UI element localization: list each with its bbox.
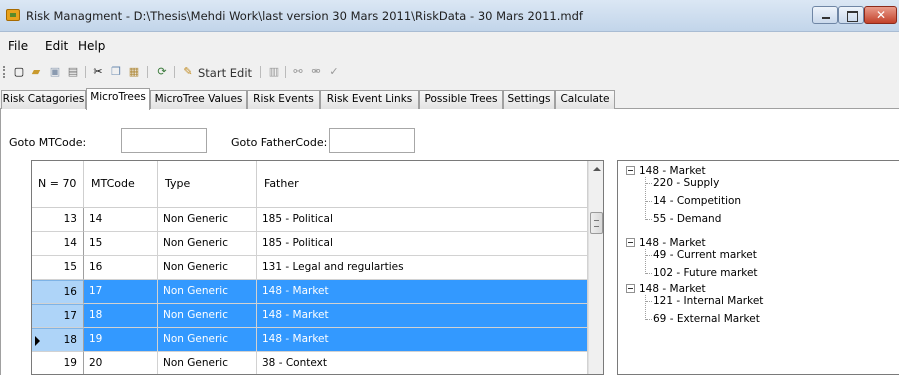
goto-mtcode-label: Goto MTCode:	[9, 136, 87, 149]
tab-settings[interactable]: Settings	[503, 90, 555, 109]
microtrees-page: Goto MTCode: Goto FatherCode: N = 70 MTC…	[0, 109, 899, 375]
cell-type[interactable]: Non Generic	[158, 328, 257, 352]
grid-icon[interactable]: ▥	[267, 65, 281, 79]
link-icon[interactable]: ⚯	[291, 65, 305, 79]
scroll-up-arrow-icon[interactable]	[593, 167, 601, 171]
cell-father[interactable]: 185 - Political	[257, 208, 588, 232]
row-header[interactable]: 16	[32, 280, 84, 304]
menu-file[interactable]: File	[8, 39, 28, 53]
cell-mtcode[interactable]: 18	[84, 304, 158, 328]
check-icon[interactable]: ✓	[327, 65, 341, 79]
cell-father[interactable]: 148 - Market	[257, 280, 588, 304]
title-bar: Risk Managment - D:\Thesis\Mehdi Work\la…	[0, 0, 899, 32]
cell-father[interactable]: 38 - Context	[257, 352, 588, 374]
minimize-button[interactable]	[812, 6, 838, 24]
row-header[interactable]: 14	[32, 232, 84, 256]
cell-type[interactable]: Non Generic	[158, 304, 257, 328]
goto-fathercode-label: Goto FatherCode:	[231, 136, 328, 149]
cell-mtcode[interactable]: 15	[84, 232, 158, 256]
maximize-button[interactable]	[838, 6, 864, 24]
cell-father[interactable]: 131 - Legal and regularties	[257, 256, 588, 280]
goto-mtcode-input[interactable]	[121, 128, 207, 153]
new-icon[interactable]: ▢	[12, 65, 26, 79]
tab-possible-trees[interactable]: Possible Trees	[419, 90, 503, 109]
toolbar-grip	[3, 66, 5, 78]
collapse-icon[interactable]	[626, 166, 635, 175]
cell-type[interactable]: Non Generic	[158, 280, 257, 304]
tree-node[interactable]: 148 - Market	[639, 165, 706, 177]
column-header-mtcode[interactable]: MTCode	[84, 161, 158, 208]
row-header[interactable]: 19	[32, 352, 84, 374]
cell-mtcode[interactable]: 14	[84, 208, 158, 232]
menu-bar: File Edit Help	[0, 36, 899, 58]
tree-child-node[interactable]: 220 - Supply	[653, 177, 719, 189]
tab-strip: Risk Catagories MicroTrees MicroTree Val…	[0, 88, 899, 110]
current-row-arrow-icon	[35, 336, 40, 346]
goto-fathercode-input[interactable]	[329, 128, 415, 153]
scroll-thumb[interactable]	[590, 212, 603, 234]
cell-type[interactable]: Non Generic	[158, 352, 257, 374]
column-header-father[interactable]: Father	[257, 161, 588, 208]
table-row-current[interactable]: 18 19 Non Generic 148 - Market	[32, 328, 588, 352]
tree-child-node[interactable]: 49 - Current market	[653, 249, 757, 261]
table-row-selected[interactable]: 16 17 Non Generic 148 - Market	[32, 280, 588, 304]
copy-icon[interactable]: ❐	[109, 65, 123, 79]
collapse-icon[interactable]	[626, 238, 635, 247]
cell-mtcode[interactable]: 16	[84, 256, 158, 280]
cell-father[interactable]: 185 - Political	[257, 232, 588, 256]
tree-child-node[interactable]: 14 - Competition	[653, 195, 741, 207]
tree-child-node[interactable]: 55 - Demand	[653, 213, 721, 225]
table-row[interactable]: 19 20 Non Generic 38 - Context	[32, 352, 588, 374]
row-header[interactable]: 18	[32, 328, 84, 352]
window-title: Risk Managment - D:\Thesis\Mehdi Work\la…	[26, 9, 583, 23]
row-header[interactable]: 15	[32, 256, 84, 280]
column-header-type[interactable]: Type	[158, 161, 257, 208]
row-header[interactable]: 17	[32, 304, 84, 328]
cell-type[interactable]: Non Generic	[158, 232, 257, 256]
tab-risk-catagories[interactable]: Risk Catagories	[1, 90, 86, 109]
tab-microtrees[interactable]: MicroTrees	[86, 88, 150, 110]
menu-edit[interactable]: Edit	[45, 39, 68, 53]
table-row[interactable]: 15 16 Non Generic 131 - Legal and regula…	[32, 256, 588, 280]
tree-child-node[interactable]: 121 - Internal Market	[653, 295, 763, 307]
paste-icon[interactable]: ▦	[127, 65, 141, 79]
cell-type[interactable]: Non Generic	[158, 208, 257, 232]
cell-mtcode[interactable]: 19	[84, 328, 158, 352]
tree-node[interactable]: 148 - Market	[639, 237, 706, 249]
start-edit-button[interactable]: Start Edit	[198, 66, 252, 80]
pencil-icon[interactable]: ✎	[181, 65, 195, 79]
cut-icon[interactable]: ✂	[91, 65, 105, 79]
tree-node[interactable]: 148 - Market	[639, 283, 706, 295]
column-header-n[interactable]: N = 70	[32, 161, 84, 208]
refresh-icon[interactable]: ⟳	[155, 65, 169, 79]
cell-father[interactable]: 148 - Market	[257, 304, 588, 328]
row-header[interactable]: 13	[32, 208, 84, 232]
print-icon[interactable]: ▤	[66, 65, 80, 79]
table-row[interactable]: 14 15 Non Generic 185 - Political	[32, 232, 588, 256]
microtree-treeview[interactable]: 148 - Market 220 - Supply 14 - Competiti…	[617, 160, 899, 375]
tab-risk-event-links[interactable]: Risk Event Links	[320, 90, 419, 109]
tab-microtree-values[interactable]: MicroTree Values	[150, 90, 247, 109]
cell-mtcode[interactable]: 17	[84, 280, 158, 304]
table-row[interactable]: 13 14 Non Generic 185 - Political	[32, 208, 588, 232]
grid-vertical-scrollbar[interactable]	[588, 161, 603, 374]
cell-type[interactable]: Non Generic	[158, 256, 257, 280]
microtrees-grid[interactable]: N = 70 MTCode Type Father 13 14 Non Gene…	[31, 160, 604, 375]
unlink-icon[interactable]: ⚮	[309, 65, 323, 79]
tree-child-node[interactable]: 102 - Future market	[653, 267, 758, 279]
open-icon[interactable]: ▰	[29, 65, 43, 79]
toolbar: ▢ ▰ ▣ ▤ ✂ ❐ ▦ ⟳ ✎ Start Edit ▥ ⚯ ⚮ ✓	[0, 60, 899, 84]
tab-risk-events[interactable]: Risk Events	[247, 90, 320, 109]
table-row-selected[interactable]: 17 18 Non Generic 148 - Market	[32, 304, 588, 328]
tab-calculate[interactable]: Calculate	[555, 90, 615, 109]
save-icon[interactable]: ▣	[48, 65, 62, 79]
collapse-icon[interactable]	[626, 284, 635, 293]
app-icon	[6, 9, 20, 21]
menu-help[interactable]: Help	[78, 39, 105, 53]
cell-father[interactable]: 148 - Market	[257, 328, 588, 352]
close-button[interactable]	[864, 6, 897, 24]
cell-mtcode[interactable]: 20	[84, 352, 158, 374]
grid-header: N = 70 MTCode Type Father	[32, 161, 588, 208]
tree-child-node[interactable]: 69 - External Market	[653, 313, 760, 325]
